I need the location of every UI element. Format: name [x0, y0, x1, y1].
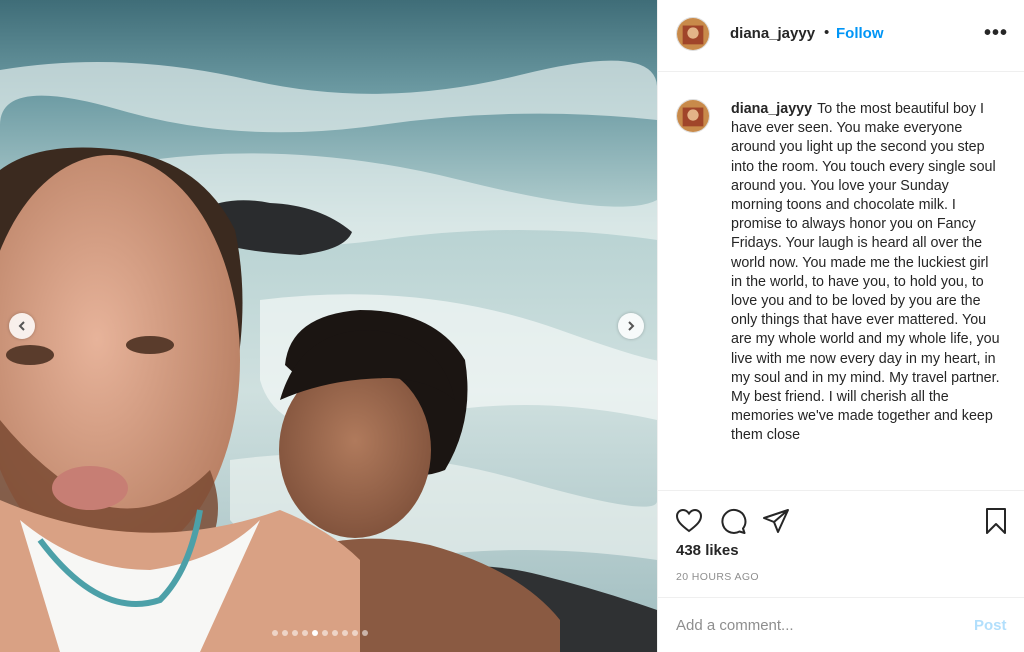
bookmark-icon[interactable] — [982, 507, 1010, 535]
caption-area: diana_jayyy To the most beautiful boy I h… — [658, 72, 1024, 490]
header-separator: • — [824, 24, 830, 41]
carousel-dot — [352, 630, 358, 636]
post-photo[interactable] — [0, 0, 657, 652]
more-options-icon[interactable]: ••• — [984, 22, 1008, 45]
action-bar: 438 likes 20 HOURS AGO — [658, 490, 1024, 597]
carousel-prev-button[interactable] — [9, 313, 35, 339]
comment-bar: Post — [658, 597, 1024, 652]
carousel-dot — [272, 630, 278, 636]
avatar[interactable] — [676, 17, 710, 51]
post-comment-button[interactable]: Post — [974, 617, 1007, 634]
chevron-right-icon — [628, 321, 635, 331]
caption-text-block: diana_jayyy To the most beautiful boy I h… — [731, 100, 1003, 446]
carousel-dot — [292, 630, 298, 636]
follow-button[interactable]: Follow — [836, 25, 884, 42]
carousel-dot — [342, 630, 348, 636]
post-header: diana_jayyy • Follow ••• — [658, 0, 1024, 72]
profile-picture-image — [677, 100, 709, 132]
share-icon[interactable] — [762, 507, 790, 535]
carousel-dot — [332, 630, 338, 636]
post-timestamp[interactable]: 20 HOURS AGO — [676, 571, 759, 583]
instagram-post-modal: diana_jayyy • Follow ••• diana_jayyy To t… — [0, 0, 1024, 652]
header-username[interactable]: diana_jayyy — [730, 25, 815, 42]
heart-icon[interactable] — [675, 507, 703, 535]
caption-avatar[interactable] — [676, 99, 710, 133]
likes-count[interactable]: 438 likes — [676, 542, 739, 559]
profile-picture-image — [677, 18, 709, 50]
comment-icon[interactable] — [719, 507, 747, 535]
comment-input[interactable] — [674, 616, 948, 635]
carousel-indicator — [272, 630, 368, 636]
carousel-dot — [312, 630, 318, 636]
caption-username[interactable]: diana_jayyy — [731, 101, 812, 117]
selfie-photo-image — [0, 0, 657, 652]
carousel-dot — [302, 630, 308, 636]
carousel-dot — [362, 630, 368, 636]
carousel-dot — [282, 630, 288, 636]
caption-text: To the most beautiful boy I have ever se… — [731, 101, 1000, 444]
post-side-panel: diana_jayyy • Follow ••• diana_jayyy To t… — [657, 0, 1024, 652]
chevron-left-icon — [18, 321, 25, 331]
carousel-next-button[interactable] — [618, 313, 644, 339]
carousel-dot — [322, 630, 328, 636]
